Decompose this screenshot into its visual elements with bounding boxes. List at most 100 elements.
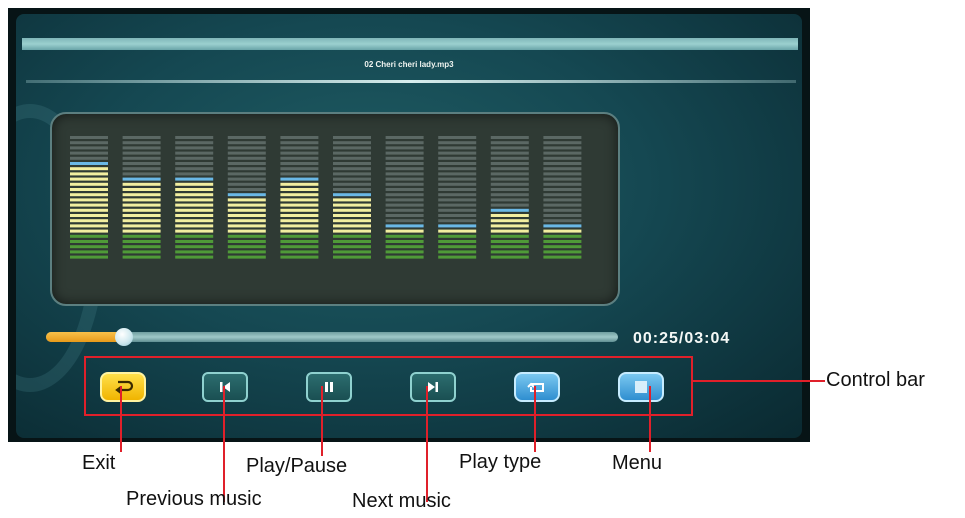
eq-segment [333, 250, 371, 254]
eq-segment [175, 156, 214, 160]
eq-segment [280, 156, 319, 160]
eq-segment [227, 172, 266, 176]
eq-segment [385, 245, 424, 249]
header-band [22, 38, 798, 50]
eq-segment [227, 219, 266, 223]
eq-segment [543, 146, 582, 150]
menu-leader-line [649, 386, 651, 452]
eq-segment [175, 219, 214, 223]
eq-segment [490, 182, 529, 186]
eq-segment [122, 162, 161, 165]
control-bar-label: Control bar [826, 369, 925, 391]
eq-segment [175, 229, 214, 233]
play-pause-label: Play/Pause [246, 455, 348, 477]
eq-segment [543, 136, 582, 139]
eq-segment [70, 224, 108, 228]
eq-segment [280, 234, 319, 238]
eq-segment [490, 240, 529, 243]
eq-segment [122, 250, 161, 254]
eq-segment [227, 141, 266, 145]
eq-segment [438, 219, 477, 223]
eq-segment [175, 208, 214, 212]
eq-segment [333, 224, 371, 228]
eq-segment [385, 156, 424, 160]
eq-segment [543, 162, 582, 165]
previous-music-label: Previous music [126, 488, 262, 510]
eq-segment [543, 151, 582, 155]
eq-segment [543, 245, 582, 249]
eq-segment [490, 234, 529, 238]
eq-segment [543, 172, 582, 176]
eq-segment [175, 250, 214, 254]
time-display: 00:25/03:04 [633, 330, 731, 347]
eq-segment [438, 198, 477, 202]
eq-segment [438, 136, 477, 139]
eq-segment [175, 146, 214, 150]
eq-segment [333, 182, 371, 186]
eq-segment [490, 172, 529, 176]
eq-segment [438, 229, 477, 233]
eq-segment [385, 193, 424, 197]
eq-segment [175, 214, 214, 217]
eq-segment [280, 224, 319, 228]
eq-segment [227, 146, 266, 150]
eq-segment [227, 177, 266, 181]
eq-segment [280, 193, 319, 197]
eq-segment [227, 193, 266, 197]
eq-segment [122, 255, 161, 259]
eq-segment [385, 219, 424, 223]
eq-segment [280, 208, 319, 212]
eq-segment [490, 151, 529, 155]
progress-fill [46, 332, 124, 342]
eq-segment [490, 224, 529, 228]
eq-segment [438, 234, 477, 238]
eq-band-8 [438, 136, 477, 259]
eq-segment [333, 172, 371, 176]
eq-segment [280, 203, 319, 207]
eq-segment [385, 162, 424, 165]
eq-segment [543, 234, 582, 238]
eq-segment [385, 151, 424, 155]
eq-segment [333, 234, 371, 238]
progress-bar[interactable] [46, 328, 618, 346]
eq-segment [490, 203, 529, 207]
eq-segment [438, 240, 477, 243]
eq-segment [333, 167, 371, 171]
eq-segment [122, 177, 161, 181]
eq-segment [227, 203, 266, 207]
eq-segment [438, 224, 477, 228]
eq-segment [122, 151, 161, 155]
eq-segment [70, 208, 108, 212]
eq-segment [385, 141, 424, 145]
eq-segment [280, 177, 319, 181]
eq-segment [543, 177, 582, 181]
eq-segment [438, 146, 477, 150]
eq-band-5 [280, 136, 319, 259]
eq-segment [280, 219, 319, 223]
progress-knob[interactable] [114, 328, 133, 346]
eq-segment [543, 156, 582, 160]
eq-segment [543, 224, 582, 228]
eq-segment [490, 250, 529, 254]
eq-segment [333, 146, 371, 150]
eq-band-9 [490, 136, 529, 259]
equalizer-panel [50, 112, 620, 306]
eq-segment [385, 172, 424, 176]
eq-segment [280, 141, 319, 145]
eq-segment [438, 250, 477, 254]
eq-segment [227, 250, 266, 254]
eq-band-3 [175, 136, 214, 259]
eq-segment [490, 156, 529, 160]
eq-segment [70, 136, 108, 139]
eq-segment [175, 141, 214, 145]
eq-segment [333, 214, 371, 217]
eq-segment [543, 214, 582, 217]
eq-segment [175, 172, 214, 176]
eq-segment [333, 229, 371, 233]
eq-band-1 [70, 136, 108, 259]
eq-segment [175, 234, 214, 238]
eq-segment [543, 188, 582, 191]
eq-segment [70, 234, 108, 238]
eq-segment [490, 188, 529, 191]
eq-segment [175, 245, 214, 249]
